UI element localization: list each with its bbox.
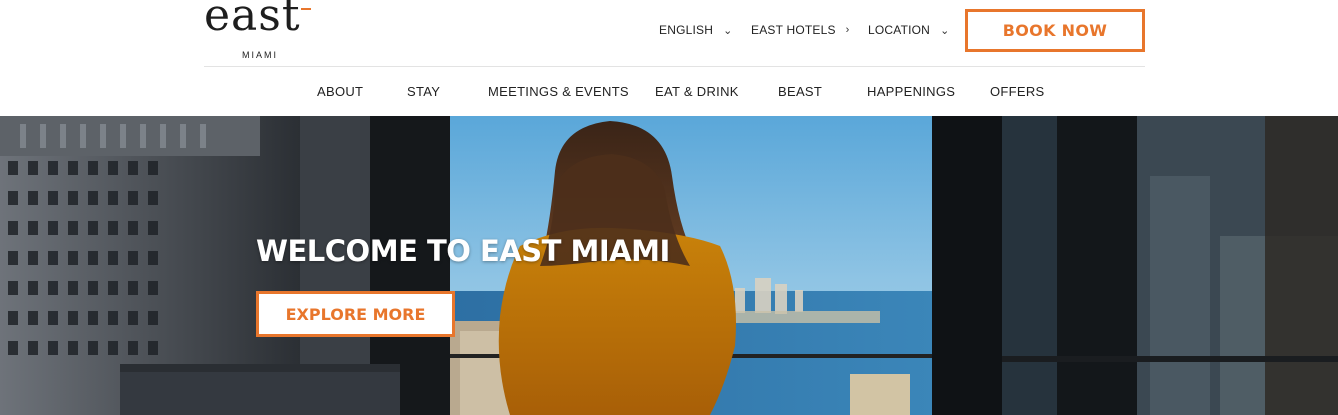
chevron-down-icon: ⌄ — [940, 24, 950, 37]
main-navigation: ABOUT STAY MEETINGS & EVENTS EAT & DRINK… — [0, 80, 1338, 104]
language-selector-toggle[interactable]: ENGLISH ⌄ — [659, 23, 733, 37]
chevron-down-icon: ⌄ — [723, 24, 733, 37]
book-now-button[interactable]: BOOK NOW — [965, 9, 1145, 52]
hero-title: WELCOME TO EAST MIAMI — [256, 234, 670, 268]
language-label: ENGLISH — [659, 23, 714, 37]
language-selector[interactable]: ENGLISH ⌄ — [659, 18, 733, 42]
explore-more-button[interactable]: EXPLORE MORE — [256, 291, 455, 337]
logo-location: MIAMI — [242, 50, 278, 60]
location-selector-toggle[interactable]: LOCATION ⌄ — [868, 23, 949, 37]
east-miami-logo[interactable]: east MIAMI — [204, 0, 324, 62]
logo-wordmark: east — [204, 0, 301, 41]
location-selector[interactable]: LOCATION ⌄ — [868, 18, 949, 42]
east-hotels-label: EAST HOTELS — [751, 23, 836, 37]
east-hotels-link[interactable]: EAST HOTELS › — [751, 18, 850, 42]
hero-banner: WELCOME TO EAST MIAMI EXPLORE MORE — [0, 116, 1338, 415]
nav-item-eat-drink[interactable]: EAT & DRINK — [655, 84, 739, 99]
nav-item-offers[interactable]: OFFERS — [990, 84, 1045, 99]
site-header: east MIAMI ENGLISH ⌄ EAST HOTELS › LOCAT… — [0, 0, 1338, 116]
nav-item-meetings-events[interactable]: MEETINGS & EVENTS — [488, 84, 629, 99]
nav-item-beast[interactable]: BEAST — [778, 84, 822, 99]
nav-item-happenings[interactable]: HAPPENINGS — [867, 84, 955, 99]
location-label: LOCATION — [868, 23, 931, 37]
chevron-right-icon: › — [845, 24, 850, 36]
header-divider — [204, 66, 1145, 67]
logo-accent-mark — [301, 8, 311, 10]
east-hotels-toggle[interactable]: EAST HOTELS › — [751, 23, 850, 37]
nav-item-stay[interactable]: STAY — [407, 84, 440, 99]
nav-item-about[interactable]: ABOUT — [317, 84, 363, 99]
